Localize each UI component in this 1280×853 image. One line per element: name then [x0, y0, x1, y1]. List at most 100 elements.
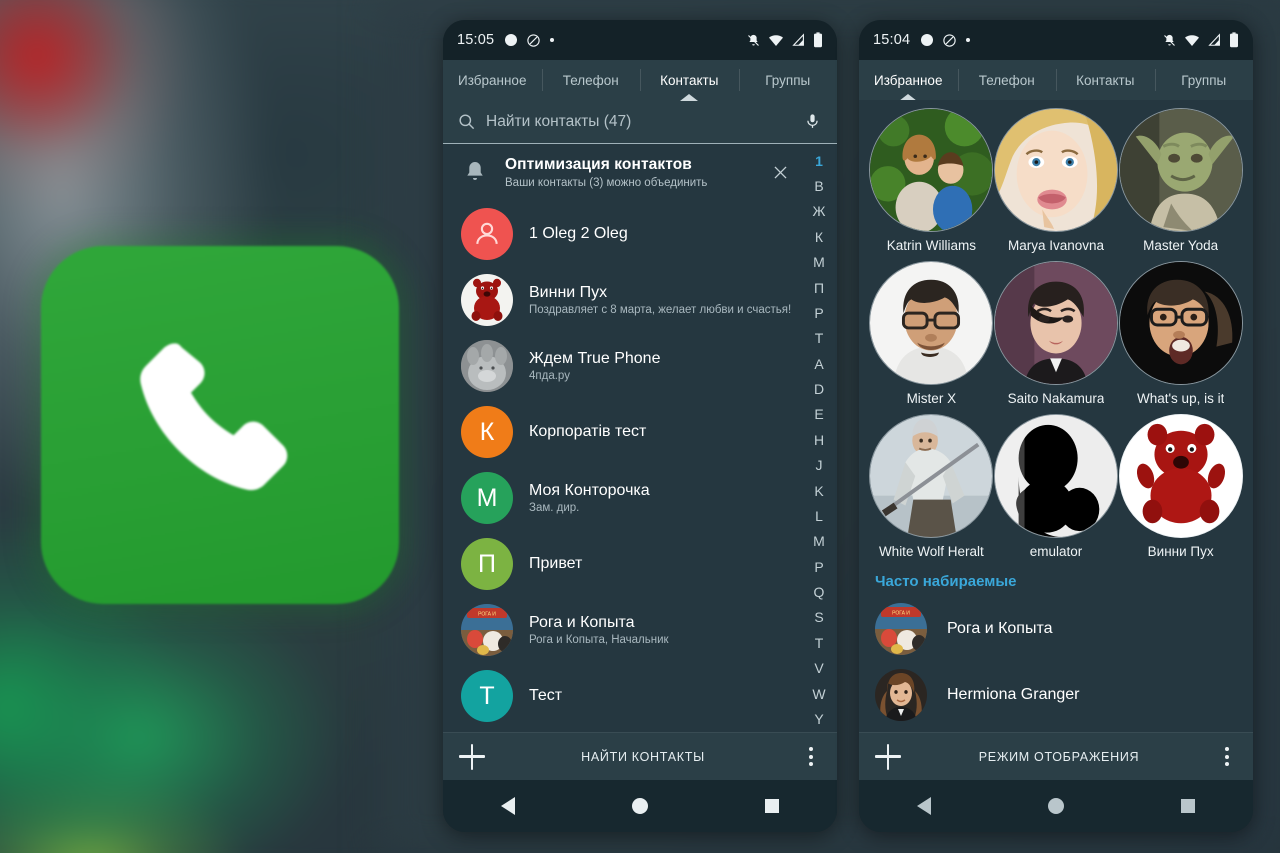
- list-item[interactable]: Mister X: [869, 261, 994, 410]
- alpha-index-letter[interactable]: К: [815, 224, 823, 249]
- table-row[interactable]: П Привет: [443, 531, 837, 597]
- list-item[interactable]: Винни Пух: [1118, 414, 1243, 563]
- avatar: [461, 208, 513, 260]
- search-input[interactable]: Найти контакты (47): [486, 113, 791, 131]
- favorite-name: Saito Nakamura: [1007, 391, 1105, 406]
- status-left-icons: [921, 33, 971, 48]
- alpha-index-letter[interactable]: J: [816, 453, 823, 478]
- alpha-index-letter[interactable]: Р: [814, 300, 823, 325]
- alpha-index-letter[interactable]: Ж: [813, 199, 826, 224]
- alpha-index-letter[interactable]: T: [815, 630, 824, 655]
- avatar: [875, 669, 927, 721]
- circle-filled-icon: [505, 34, 518, 46]
- recents-icon[interactable]: [764, 799, 779, 813]
- action-bar-label[interactable]: РЕЖИМ ОТОБРАЖЕНИЯ: [901, 750, 1217, 764]
- list-item[interactable]: White Wolf Heralt: [869, 414, 994, 563]
- back-icon[interactable]: [917, 797, 932, 815]
- tab-phone[interactable]: Телефон: [957, 60, 1057, 100]
- alpha-index-letter[interactable]: 1: [815, 148, 823, 173]
- roga-kopyta-photo: РОГА И: [875, 603, 927, 655]
- table-row[interactable]: Винни Пух Поздравляет с 8 марта, желает …: [443, 267, 837, 333]
- alpha-index-letter[interactable]: H: [814, 427, 824, 452]
- alpha-index-letter[interactable]: S: [814, 605, 823, 630]
- do-not-disturb-icon: [527, 33, 540, 47]
- marya-photo: [994, 109, 1117, 231]
- wifi-icon: [769, 35, 783, 46]
- close-icon[interactable]: [769, 162, 791, 184]
- contact-name: 1 Oleg 2 Oleg: [529, 225, 628, 242]
- alpha-index-letter[interactable]: L: [815, 503, 823, 528]
- list-item[interactable]: Hermiona Granger: [869, 662, 1243, 728]
- dot-icon: [550, 38, 555, 42]
- whatsup-photo: [1119, 262, 1242, 384]
- alpha-index-letter[interactable]: W: [812, 681, 825, 706]
- list-item[interactable]: What's up, is it: [1118, 261, 1243, 410]
- do-not-disturb-icon: [943, 33, 956, 47]
- contact-name: Моя Конторочка: [529, 482, 650, 499]
- list-item[interactable]: Marya Ivanovna: [993, 108, 1119, 257]
- tab-label: Избранное: [458, 72, 527, 88]
- overflow-menu-icon[interactable]: [801, 747, 821, 766]
- recents-icon[interactable]: [1180, 799, 1195, 813]
- table-row[interactable]: М Моя Конторочка Зам. дир.: [443, 465, 837, 531]
- alpha-index-letter[interactable]: K: [814, 478, 823, 503]
- alpha-index-letter[interactable]: М: [813, 250, 825, 275]
- phone-contacts-screen: 15:05 Избранное Телефон Контакты Группы …: [443, 20, 837, 832]
- tab-phone[interactable]: Телефон: [541, 60, 641, 100]
- favorite-name: Master Yoda: [1143, 238, 1219, 253]
- table-row[interactable]: Ждем True Phone 4пда.ру: [443, 333, 837, 399]
- alpha-index-letter[interactable]: D: [814, 376, 824, 401]
- alpha-index-letter[interactable]: M: [813, 529, 825, 554]
- alpha-index-letter[interactable]: V: [814, 656, 823, 681]
- tab-groups[interactable]: Группы: [1154, 60, 1254, 100]
- favorite-name: emulator: [1029, 544, 1083, 559]
- alpha-index-letter[interactable]: В: [814, 173, 823, 198]
- plus-icon[interactable]: [875, 743, 901, 770]
- favorite-name: What's up, is it: [1136, 391, 1225, 406]
- alpha-index-letter[interactable]: Q: [814, 579, 825, 604]
- alphabet-index-scrubber[interactable]: 1ВЖКМПРТADEHJKLMPQSTVWY: [805, 148, 833, 730]
- contact-name: Привет: [529, 555, 583, 572]
- search-bar[interactable]: Найти контакты (47): [443, 100, 837, 144]
- alpha-index-letter[interactable]: П: [814, 275, 824, 300]
- dot-icon: [966, 38, 971, 42]
- list-item[interactable]: Katrin Williams: [869, 108, 994, 257]
- alpha-index-letter[interactable]: P: [814, 554, 823, 579]
- favorite-name: Mister X: [906, 391, 957, 406]
- list-item[interactable]: Master Yoda: [1118, 108, 1243, 257]
- home-icon[interactable]: [631, 798, 648, 814]
- back-icon[interactable]: [501, 797, 516, 815]
- plus-icon[interactable]: [459, 743, 485, 770]
- optimization-card[interactable]: Оптимизация контактов Ваши контакты (3) …: [443, 144, 837, 201]
- table-row[interactable]: К Корпоратів тест: [443, 399, 837, 465]
- tab-contacts[interactable]: Контакты: [640, 60, 739, 101]
- contact-name: Рога и Копыта: [529, 614, 635, 631]
- alpha-index-letter[interactable]: Т: [815, 326, 824, 351]
- overflow-menu-icon[interactable]: [1217, 747, 1237, 766]
- avatar: П: [461, 538, 513, 590]
- avatar: [993, 261, 1118, 385]
- home-icon[interactable]: [1047, 798, 1064, 814]
- screenshot-stage: 15:05 Избранное Телефон Контакты Группы …: [0, 0, 1280, 853]
- list-item[interactable]: РОГА И Рога и Копыта: [869, 596, 1243, 662]
- table-row[interactable]: РОГА И Рога и Копыта Рога и Копыта, Нача…: [443, 597, 837, 663]
- list-item[interactable]: Saito Nakamura: [993, 261, 1119, 410]
- tab-contacts[interactable]: Контакты: [1056, 60, 1155, 100]
- tab-groups[interactable]: Группы: [738, 60, 838, 100]
- table-row[interactable]: Т Тест: [443, 663, 837, 729]
- phone-app-icon[interactable]: [41, 246, 399, 604]
- alpha-index-letter[interactable]: A: [814, 351, 823, 376]
- emulator-photo: [994, 415, 1117, 537]
- favorites-scroll[interactable]: Katrin Williams Marya Ivanovna Master Yo…: [859, 100, 1253, 732]
- alpha-index-letter[interactable]: Y: [814, 706, 823, 731]
- svg-text:РОГА И: РОГА И: [892, 611, 910, 617]
- tab-favorites[interactable]: Избранное: [859, 60, 958, 101]
- table-row[interactable]: 1 Oleg 2 Oleg: [443, 201, 837, 267]
- alpha-index-letter[interactable]: E: [814, 402, 823, 427]
- battery-icon: [1230, 32, 1238, 48]
- action-bar-label[interactable]: НАЙТИ КОНТАКТЫ: [485, 750, 801, 764]
- tab-favorites[interactable]: Избранное: [443, 60, 542, 100]
- list-item[interactable]: emulator: [993, 414, 1119, 563]
- microphone-icon[interactable]: [801, 111, 823, 133]
- circle-filled-icon: [921, 34, 934, 46]
